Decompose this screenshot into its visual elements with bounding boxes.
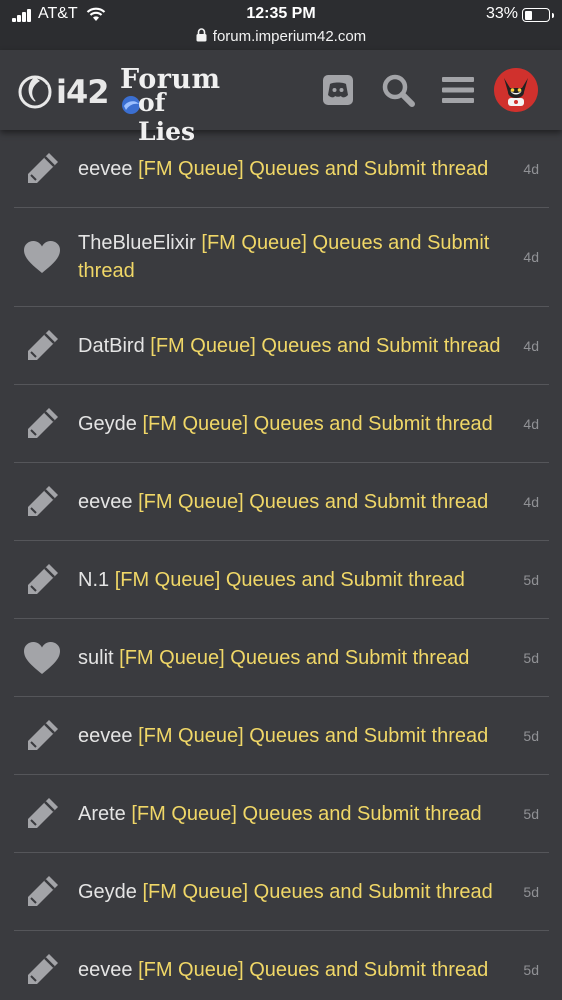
notification-item[interactable]: DatBird [FM Queue] Queues and Submit thr… [14,307,549,385]
pencil-icon [22,404,62,444]
notification-age: 5d [523,805,539,822]
notification-item[interactable]: eevee [FM Queue] Queues and Submit threa… [14,463,549,541]
search-icon [382,74,415,107]
notification-item[interactable]: Geyde [FM Queue] Queues and Submit threa… [14,385,549,463]
logo-title-line2: of Lies [138,88,196,146]
notification-list: eevee [FM Queue] Queues and Submit threa… [14,130,549,1000]
notification-username: DatBird [78,334,145,357]
notification-age: 5d [523,727,539,744]
notification-text: Geyde [FM Queue] Queues and Submit threa… [78,410,510,438]
notification-item[interactable]: eevee [FM Queue] Queues and Submit threa… [14,697,549,775]
notification-username: eevee [78,724,133,747]
notification-topic-link[interactable]: [FM Queue] Queues and Submit thread [143,413,493,435]
notification-text: eevee [FM Queue] Queues and Submit threa… [78,722,510,750]
notification-text: Arete [FM Queue] Queues and Submit threa… [78,800,510,828]
fox-avatar-icon [494,68,538,112]
notification-age: 4d [523,160,539,177]
search-button[interactable] [380,72,416,108]
notification-text: Geyde [FM Queue] Queues and Submit threa… [78,878,510,906]
url-text: forum.imperium42.com [212,28,367,45]
i42-logo-text: i42 [56,73,109,111]
battery-percentage: 33% [485,5,518,22]
user-avatar[interactable] [494,68,538,112]
notification-age: 4d [523,415,539,432]
notification-item[interactable]: eevee [FM Queue] Queues and Submit threa… [14,130,549,208]
notification-item[interactable]: N.1 [FM Queue] Queues and Submit thread 5… [14,541,549,619]
notification-text: DatBird [FM Queue] Queues and Submit thr… [78,332,510,360]
site-header: i42 Forum of Lies [0,50,562,146]
notification-username: eevee [78,490,133,513]
notification-username: sulit [78,646,114,669]
i42-logo[interactable]: i42 [16,72,109,112]
pencil-icon [22,149,62,189]
notification-topic-link[interactable]: [FM Queue] Queues and Submit thread [138,158,488,180]
notification-age: 5d [523,961,539,978]
notification-topic-link[interactable]: [FM Queue] Queues and Submit thread [115,569,465,591]
notification-topic-link[interactable]: [FM Queue] Queues and Submit thread [143,881,493,903]
lock-icon [196,28,207,42]
notification-item[interactable]: Geyde [FM Queue] Queues and Submit threa… [14,853,549,931]
battery-icon [522,8,554,22]
notification-item[interactable]: sulit [FM Queue] Queues and Submit threa… [14,619,549,697]
notification-username: eevee [78,958,133,981]
notification-item[interactable]: eevee [FM Queue] Queues and Submit threa… [14,931,549,1000]
notification-topic-link[interactable]: [FM Queue] Queues and Submit thread [138,725,488,747]
heart-icon [22,237,62,277]
heart-icon [22,638,62,678]
discord-icon [323,75,353,105]
notification-age: 5d [523,649,539,666]
discord-button[interactable] [320,72,356,108]
pencil-icon [22,794,62,834]
notification-age: 4d [523,337,539,354]
pencil-icon [22,716,62,756]
notification-username: Geyde [78,880,137,903]
notification-age: 5d [523,883,539,900]
pencil-icon [22,560,62,600]
notification-text: eevee [FM Queue] Queues and Submit threa… [78,155,510,183]
notification-topic-link[interactable]: [FM Queue] Queues and Submit thread [138,959,488,981]
notification-age: 4d [523,493,539,510]
pencil-icon [22,482,62,522]
menu-button[interactable] [440,72,476,108]
notification-username: N.1 [78,568,110,591]
notification-topic-link[interactable]: [FM Queue] Queues and Submit thread [150,335,500,357]
forum-of-lies-logo[interactable]: Forum of Lies [118,64,228,146]
notification-age: 5d [523,571,539,588]
notification-age: 4d [523,249,539,265]
notification-text: eevee [FM Queue] Queues and Submit threa… [78,488,510,516]
notification-text: eevee [FM Queue] Queues and Submit threa… [78,956,510,984]
notification-item[interactable]: TheBlueElixir [FM Queue] Queues and Subm… [14,208,549,307]
address-bar[interactable]: forum.imperium42.com [0,28,562,45]
notification-topic-link[interactable]: [FM Queue] Queues and Submit thread [131,803,481,825]
notification-item[interactable]: Arete [FM Queue] Queues and Submit threa… [14,775,549,853]
notification-text: N.1 [FM Queue] Queues and Submit thread [78,566,510,594]
pencil-icon [22,950,62,990]
hamburger-menu-icon [442,77,474,103]
status-time: 12:35 PM [246,5,316,22]
notification-topic-link[interactable]: [FM Queue] Queues and Submit thread [119,647,469,669]
swirl-logo-icon [18,75,52,109]
notification-topic-link[interactable]: [FM Queue] Queues and Submit thread [138,491,488,513]
pencil-icon [22,326,62,366]
notification-text: TheBlueElixir [FM Queue] Queues and Subm… [78,229,510,285]
notification-text: sulit [FM Queue] Queues and Submit threa… [78,644,510,672]
notification-username: TheBlueElixir [78,232,196,254]
notification-username: Arete [78,802,126,825]
notification-username: eevee [78,157,133,180]
notification-username: Geyde [78,412,137,435]
pencil-icon [22,872,62,912]
